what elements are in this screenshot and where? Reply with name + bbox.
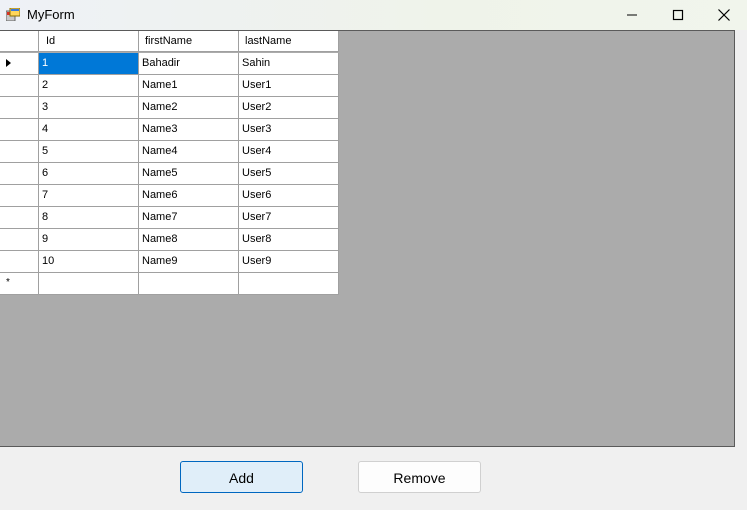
- grid-cell-firstname[interactable]: Name5: [139, 163, 239, 185]
- grid-cell-lastname[interactable]: User2: [239, 97, 339, 119]
- row-header[interactable]: [0, 251, 39, 273]
- grid-cell-id[interactable]: 3: [39, 97, 139, 119]
- grid-cell-lastname[interactable]: User9: [239, 251, 339, 273]
- table-row[interactable]: 4 Name3 User3: [0, 119, 339, 141]
- table-row[interactable]: 5 Name4 User4: [0, 141, 339, 163]
- grid-cell-firstname[interactable]: Name1: [139, 75, 239, 97]
- grid-cell-id[interactable]: 4: [39, 119, 139, 141]
- grid-cell-id[interactable]: 7: [39, 185, 139, 207]
- table-row[interactable]: 8 Name7 User7: [0, 207, 339, 229]
- minimize-icon: [627, 14, 637, 16]
- grid-header-row: Id firstName lastName: [0, 31, 339, 53]
- row-header[interactable]: [0, 141, 39, 163]
- minimize-button[interactable]: [609, 0, 655, 30]
- data-grid[interactable]: Id firstName lastName 1 Bahadir Sahin 2 …: [0, 31, 339, 295]
- grid-cell-firstname[interactable]: Name8: [139, 229, 239, 251]
- row-header[interactable]: [0, 185, 39, 207]
- grid-cell-lastname[interactable]: User7: [239, 207, 339, 229]
- row-header[interactable]: [0, 97, 39, 119]
- table-row[interactable]: 3 Name2 User2: [0, 97, 339, 119]
- row-header[interactable]: [0, 75, 39, 97]
- close-button[interactable]: [701, 0, 747, 30]
- table-row[interactable]: 9 Name8 User8: [0, 229, 339, 251]
- new-row-cell-lastname[interactable]: [239, 273, 339, 295]
- grid-cell-id[interactable]: 2: [39, 75, 139, 97]
- grid-cell-id[interactable]: 5: [39, 141, 139, 163]
- row-header[interactable]: [0, 229, 39, 251]
- remove-button[interactable]: Remove: [358, 461, 481, 493]
- grid-cell-lastname[interactable]: User5: [239, 163, 339, 185]
- column-header-id[interactable]: Id: [39, 31, 139, 52]
- row-header[interactable]: [0, 53, 39, 75]
- grid-cell-id[interactable]: 10: [39, 251, 139, 273]
- new-row-cell-firstname[interactable]: [139, 273, 239, 295]
- column-header-firstname[interactable]: firstName: [139, 31, 239, 52]
- grid-cell-lastname[interactable]: User1: [239, 75, 339, 97]
- grid-cell-lastname[interactable]: Sahin: [239, 53, 339, 75]
- grid-cell-firstname[interactable]: Name6: [139, 185, 239, 207]
- row-header[interactable]: [0, 207, 39, 229]
- grid-cell-lastname[interactable]: User3: [239, 119, 339, 141]
- add-button[interactable]: Add: [180, 461, 303, 493]
- new-row-marker-icon: *: [6, 277, 10, 288]
- row-header[interactable]: [0, 163, 39, 185]
- new-row-cell-id[interactable]: [39, 273, 139, 295]
- table-row[interactable]: 1 Bahadir Sahin: [0, 53, 339, 75]
- grid-cell-firstname[interactable]: Bahadir: [139, 53, 239, 75]
- grid-cell-lastname[interactable]: User6: [239, 185, 339, 207]
- new-row[interactable]: *: [0, 273, 339, 295]
- table-row[interactable]: 6 Name5 User5: [0, 163, 339, 185]
- grid-cell-firstname[interactable]: Name3: [139, 119, 239, 141]
- title-bar[interactable]: MyForm: [0, 0, 747, 30]
- grid-cell-firstname[interactable]: Name2: [139, 97, 239, 119]
- close-icon: [718, 9, 730, 21]
- table-row[interactable]: 10 Name9 User9: [0, 251, 339, 273]
- app-icon: [6, 8, 20, 21]
- grid-cell-firstname[interactable]: Name7: [139, 207, 239, 229]
- new-row-header[interactable]: *: [0, 273, 39, 295]
- column-header-lastname[interactable]: lastName: [239, 31, 339, 52]
- grid-cell-id[interactable]: 8: [39, 207, 139, 229]
- grid-corner-header[interactable]: [0, 31, 39, 52]
- grid-cell-lastname[interactable]: User8: [239, 229, 339, 251]
- grid-cell-id[interactable]: 1: [39, 53, 139, 75]
- maximize-button[interactable]: [655, 0, 701, 30]
- grid-cell-lastname[interactable]: User4: [239, 141, 339, 163]
- table-row[interactable]: 2 Name1 User1: [0, 75, 339, 97]
- grid-cell-firstname[interactable]: Name9: [139, 251, 239, 273]
- grid-cell-id[interactable]: 9: [39, 229, 139, 251]
- row-header[interactable]: [0, 119, 39, 141]
- current-row-arrow-icon: [6, 59, 11, 67]
- table-row[interactable]: 7 Name6 User6: [0, 185, 339, 207]
- maximize-icon: [672, 9, 684, 21]
- grid-cell-firstname[interactable]: Name4: [139, 141, 239, 163]
- grid-cell-id[interactable]: 6: [39, 163, 139, 185]
- window-title: MyForm: [27, 7, 75, 22]
